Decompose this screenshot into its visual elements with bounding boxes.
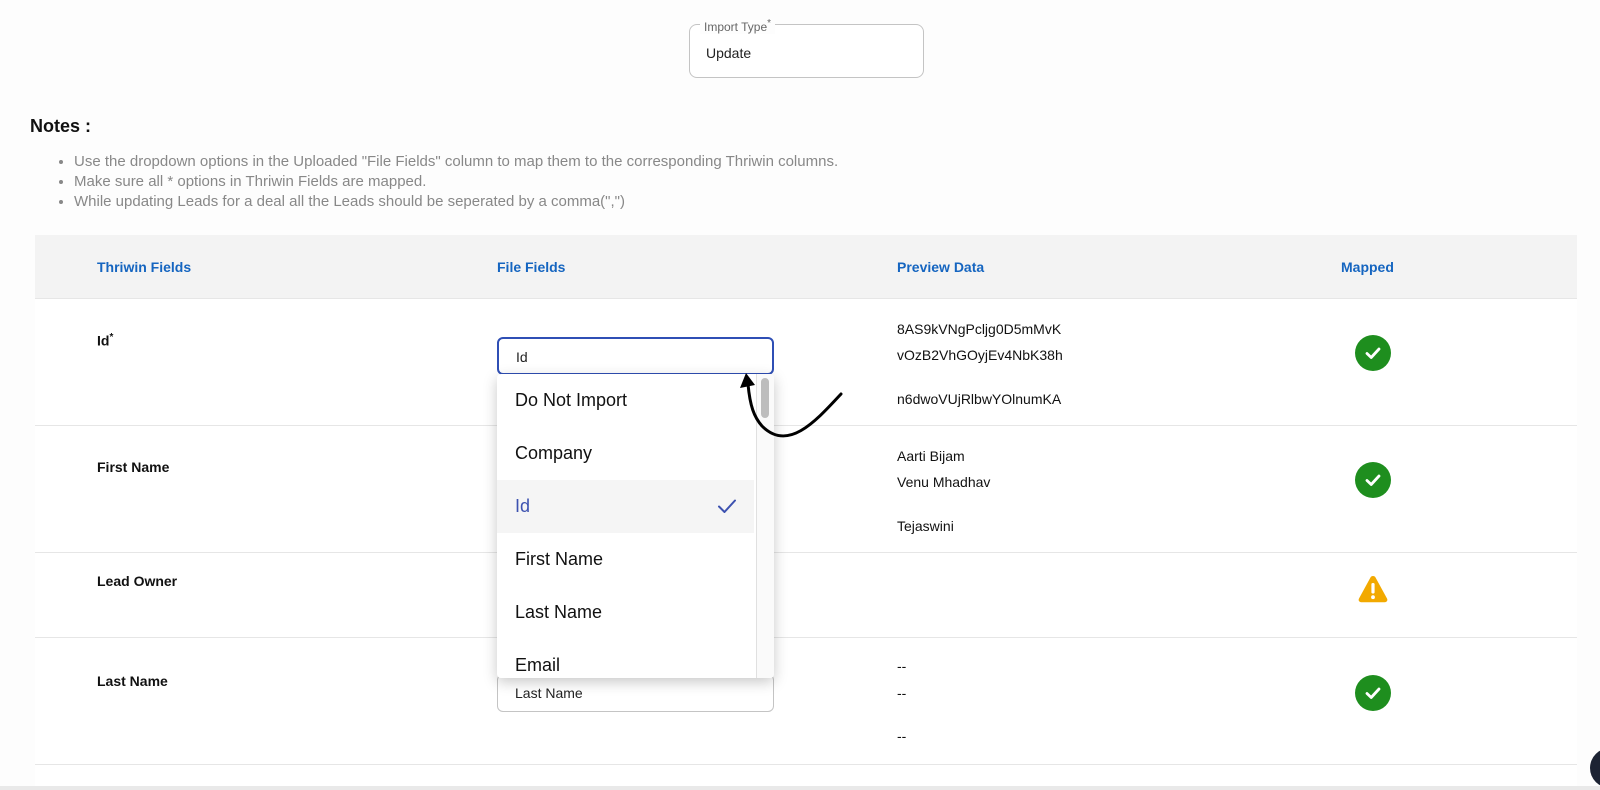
mapped-check-icon [1355,462,1391,498]
chat-widget-button[interactable] [1590,748,1600,788]
note-item: Make sure all * options in Thriwin Field… [74,172,838,192]
thriwin-field-label: First Name [97,459,170,475]
checkmark-icon [718,499,736,513]
preview-value: Aarti Bijam [897,448,965,464]
thriwin-field-label: Id* [97,332,114,349]
curved-arrow-icon [740,373,843,438]
dropdown-option-label: Id [515,496,531,516]
preview-value: n6dwoVUjRlbwYOlnumKA [897,391,1062,407]
import-type-label: Import Type* [700,17,776,34]
mapped-check-icon [1355,335,1391,371]
import-type-value: Update [706,45,752,61]
file-field-select-last-name[interactable]: Last Name [497,674,774,712]
preview-value: -- [897,728,907,744]
mapped-check-icon [1355,675,1391,711]
dropdown-option-company[interactable]: Company [497,427,754,480]
field-mapping-table: Thriwin Fields File Fields Preview Data … [35,235,1577,790]
note-item: While updating Leads for a deal all the … [74,192,838,212]
preview-value: -- [897,658,907,674]
table-row: Last Name -- -- -- [35,638,1577,765]
preview-value: vOzB2VhGOyjEv4NbK38h [897,347,1063,363]
preview-value: -- [897,685,907,701]
preview-value: Tejaswini [897,518,954,534]
table-header: Thriwin Fields File Fields Preview Data … [35,235,1577,299]
preview-value: Venu Mhadhav [897,474,991,490]
header-thriwin-fields: Thriwin Fields [97,259,192,275]
thriwin-field-label: Last Name [97,673,168,689]
notes-list: Use the dropdown options in the Uploaded… [74,152,838,212]
dropdown-option-first-name[interactable]: First Name [497,533,754,586]
notes-title: Notes : [30,116,92,136]
dropdown-option-last-name[interactable]: Last Name [497,586,754,639]
dropdown-option-do-not-import[interactable]: Do Not Import [497,374,754,427]
header-preview-data: Preview Data [897,259,985,275]
preview-value: 8AS9kVNgPcljg0D5mMvK [897,321,1062,337]
dropdown-option-email[interactable]: Email [497,639,754,678]
warning-triangle-icon [1355,571,1391,607]
thriwin-field-label: Lead Owner [97,573,178,589]
note-item: Use the dropdown options in the Uploaded… [74,152,838,172]
header-mapped: Mapped [1341,259,1394,275]
table-row: First Name Aarti Bijam Venu Mhadhav Teja… [35,426,1577,553]
import-type-select[interactable]: Import Type* Update [689,17,924,78]
table-row: Lead Owner [35,553,1577,638]
dropdown-option-id[interactable]: Id [497,480,754,533]
header-file-fields: File Fields [497,259,566,275]
page-bottom-divider [0,786,1600,790]
